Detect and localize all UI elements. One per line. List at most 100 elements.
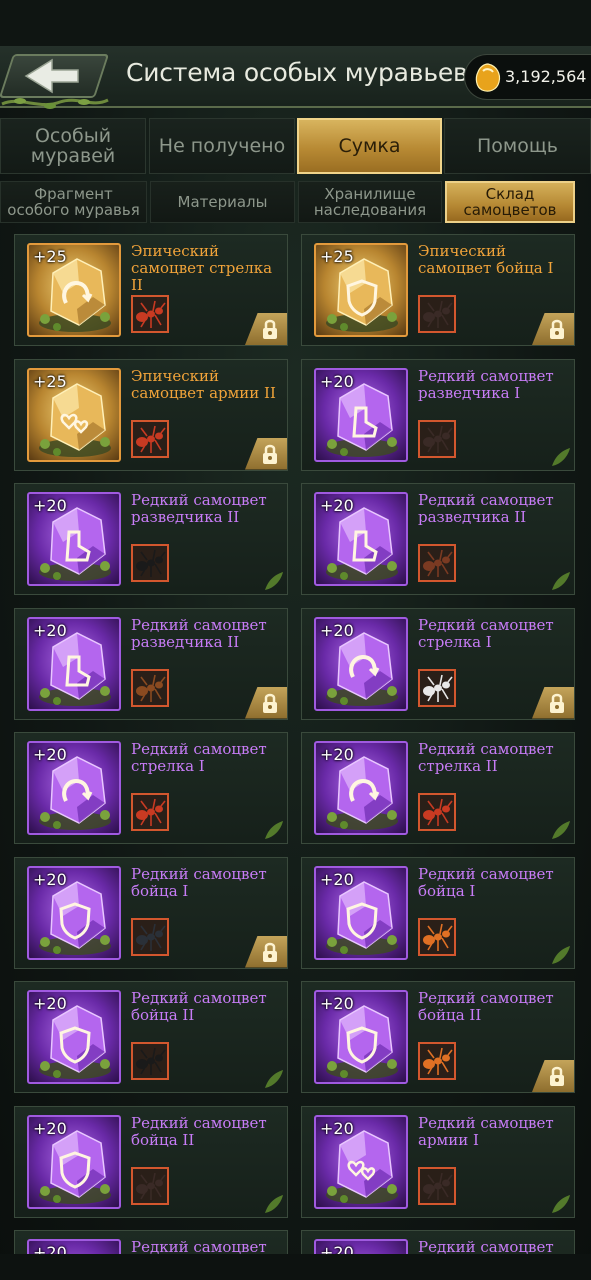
gem-card[interactable]: +20 Редкий самоцвет стрелка I <box>14 732 288 844</box>
ant-thumbnail[interactable] <box>131 1042 169 1080</box>
tab-help[interactable]: Помощь <box>444 118 591 174</box>
gem-card[interactable]: +25 Эпический самоцвет бойца I <box>301 234 575 346</box>
subtab-materials[interactable]: Материалы <box>150 181 295 223</box>
gem-quantity: +20 <box>33 496 67 515</box>
gem-name: Редкий самоцвет бойца II <box>131 1113 267 1149</box>
orange-ant-icon <box>423 1047 453 1075</box>
gem-icon-frame[interactable]: +20 <box>27 1114 121 1209</box>
gem-quantity: +20 <box>320 620 354 640</box>
app-root: Система особых муравьев 3,192,564 Особый… <box>0 0 591 1280</box>
gem-card[interactable]: +20 Редкий самоцвет бойца I <box>301 856 575 969</box>
tab-special-ant[interactable]: Особый муравей <box>0 118 146 174</box>
leaf-decoration-icon <box>265 1194 283 1213</box>
gem-card[interactable]: +20 Редкий самоцвет бойца II <box>14 981 288 1093</box>
gem-icon-frame[interactable]: +20 <box>27 1239 121 1254</box>
gem-quantity: +20 <box>33 620 67 640</box>
gem-icon-frame[interactable]: +20 <box>314 616 408 711</box>
gem-card[interactable]: +25 Эпический самоцвет стрелка II <box>14 234 288 346</box>
brown-ant-icon <box>136 674 166 702</box>
ant-thumbnail[interactable] <box>418 668 456 707</box>
gem-icon-frame[interactable]: +20 <box>314 990 408 1084</box>
dark-ant-icon <box>136 1172 166 1200</box>
gem-card[interactable]: +20 Редкий самоцвет разведчика II <box>14 483 288 595</box>
gem-card[interactable]: +20 Редкий самоцвет <box>14 1230 288 1254</box>
lock-icon <box>263 444 277 464</box>
gem-icon-frame[interactable]: +25 <box>27 243 121 337</box>
gem-card[interactable]: +20 Редкий самоцвет стрелка II <box>301 732 575 844</box>
back-button[interactable] <box>0 50 112 109</box>
gem-name: Редкий самоцвет <box>418 1238 554 1255</box>
ant-thumbnail[interactable] <box>131 917 169 956</box>
leaf-decoration-icon <box>265 572 283 590</box>
gem-name: Редкий самоцвет разведчика II <box>131 491 267 526</box>
ant-thumbnail[interactable] <box>418 793 456 831</box>
gem-icon-frame[interactable]: +20 <box>314 367 408 462</box>
gem-icon-frame[interactable]: +20 <box>314 492 408 586</box>
ant-thumbnail[interactable] <box>131 1166 169 1205</box>
lock-badge <box>245 935 287 968</box>
gem-quantity: +25 <box>33 247 67 266</box>
gem-card[interactable]: +20 Редкий самоцвет стрелка I <box>301 607 575 720</box>
gem-card[interactable]: +20 Редкий самоцвет бойца I <box>14 856 288 969</box>
gem-icon-frame[interactable]: +20 <box>314 865 408 960</box>
ant-thumbnail[interactable] <box>418 917 456 956</box>
gem-quantity: +20 <box>320 1243 354 1254</box>
ant-thumbnail[interactable] <box>418 544 456 582</box>
gem-grid: +25 Эпический самоцвет стрелка II +25 Эпиче… <box>14 234 577 1254</box>
gem-card[interactable]: +20 Редкий самоцвет <box>301 1230 575 1254</box>
gem-icon-frame[interactable]: +20 <box>27 990 121 1084</box>
ant-thumbnail[interactable] <box>131 793 169 831</box>
gem-icon-frame[interactable]: +25 <box>314 243 408 337</box>
lock-icon <box>550 1066 564 1086</box>
ant-thumbnail[interactable] <box>418 1166 456 1205</box>
tab-bag[interactable]: Сумка <box>297 118 442 174</box>
gem-quantity: +20 <box>320 745 354 764</box>
gem-card[interactable]: +25 Эпический самоцвет армии II <box>14 358 288 471</box>
ant-thumbnail[interactable] <box>131 419 169 458</box>
lock-icon <box>550 319 564 339</box>
ant-thumbnail[interactable] <box>131 295 169 333</box>
gem-icon-frame[interactable]: +20 <box>27 616 121 711</box>
gem-name: Редкий самоцвет стрелка II <box>418 740 554 775</box>
gem-icon-frame[interactable]: +20 <box>314 741 408 835</box>
lock-badge <box>245 313 287 345</box>
ant-thumbnail[interactable] <box>131 668 169 707</box>
gem-icon-frame[interactable]: +25 <box>27 367 121 462</box>
gem-icon-frame[interactable]: +20 <box>27 865 121 960</box>
red-ant-icon <box>136 425 166 453</box>
ant-thumbnail[interactable] <box>418 419 456 458</box>
gem-icon-frame[interactable]: +20 <box>27 492 121 586</box>
dark-ant-icon <box>423 300 453 328</box>
gem-icon-frame[interactable]: +20 <box>314 1114 408 1209</box>
gem-quantity: +25 <box>320 247 354 266</box>
gem-card[interactable]: +20 Редкий самоцвет армии I <box>301 1105 575 1218</box>
gem-card[interactable]: +20 Редкий самоцвет разведчика II <box>14 607 288 720</box>
subtab-fragments[interactable]: Фрагмент особого муравья <box>0 181 147 223</box>
header-bar: Система особых муравьев 3,192,564 <box>0 46 591 109</box>
subtab-gem-storage[interactable]: Склад самоцветов <box>445 181 575 223</box>
gem-name: Редкий самоцвет разведчика I <box>418 366 554 402</box>
tab-not-obtained[interactable]: Не получено <box>149 118 295 174</box>
gem-card[interactable]: +20 Редкий самоцвет разведчика II <box>301 483 575 595</box>
ant-thumbnail[interactable] <box>418 295 456 333</box>
lock-icon <box>263 693 277 713</box>
ant-thumbnail[interactable] <box>418 1042 456 1080</box>
gem-card[interactable]: +20 Редкий самоцвет бойца II <box>14 1105 288 1218</box>
gem-name: Редкий самоцвет стрелка I <box>131 740 267 775</box>
currency-display[interactable]: 3,192,564 <box>464 54 591 100</box>
gem-icon-frame[interactable]: +20 <box>314 1239 408 1254</box>
gem-icon-frame[interactable]: +20 <box>27 741 121 835</box>
gem-card[interactable]: +20 Редкий самоцвет бойца II <box>301 981 575 1093</box>
vine-decoration-icon <box>1 98 109 109</box>
gem-quantity: +20 <box>33 1243 67 1254</box>
gem-quantity: +20 <box>33 869 67 889</box>
ant-thumbnail[interactable] <box>131 544 169 582</box>
leaf-decoration-icon <box>552 572 570 590</box>
page-title: Система особых муравьев <box>126 58 468 87</box>
leaf-decoration-icon <box>265 1070 283 1088</box>
gem-name: Редкий самоцвет бойца II <box>418 989 554 1024</box>
gem-card[interactable]: +20 Редкий самоцвет разведчика I <box>301 358 575 471</box>
gem-name: Редкий самоцвет <box>131 1238 267 1255</box>
subtab-inheritance-storage[interactable]: Хранилище наследования <box>298 181 442 223</box>
gem-quantity: +20 <box>33 1118 67 1138</box>
